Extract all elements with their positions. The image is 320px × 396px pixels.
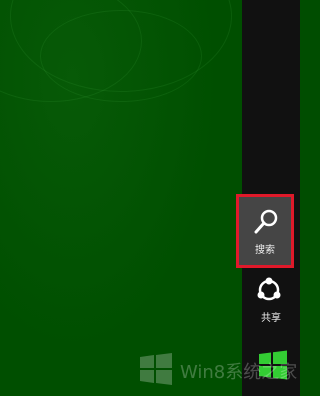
watermark-text: Win8系统之家 (180, 362, 298, 383)
desktop-background (0, 0, 242, 396)
site-watermark: Win8系统之家 (138, 350, 298, 390)
share-charm-label: 共享 (261, 313, 281, 324)
background-swirl (40, 10, 202, 102)
search-icon (254, 209, 278, 234)
search-charm[interactable]: 搜索 (236, 194, 300, 270)
search-charm-label: 搜索 (255, 245, 275, 256)
share-icon (257, 277, 281, 301)
watermark-windows-logo-icon (140, 353, 172, 385)
charms-bar: 搜索 共享 (236, 0, 300, 396)
share-charm[interactable]: 共享 (242, 276, 300, 326)
